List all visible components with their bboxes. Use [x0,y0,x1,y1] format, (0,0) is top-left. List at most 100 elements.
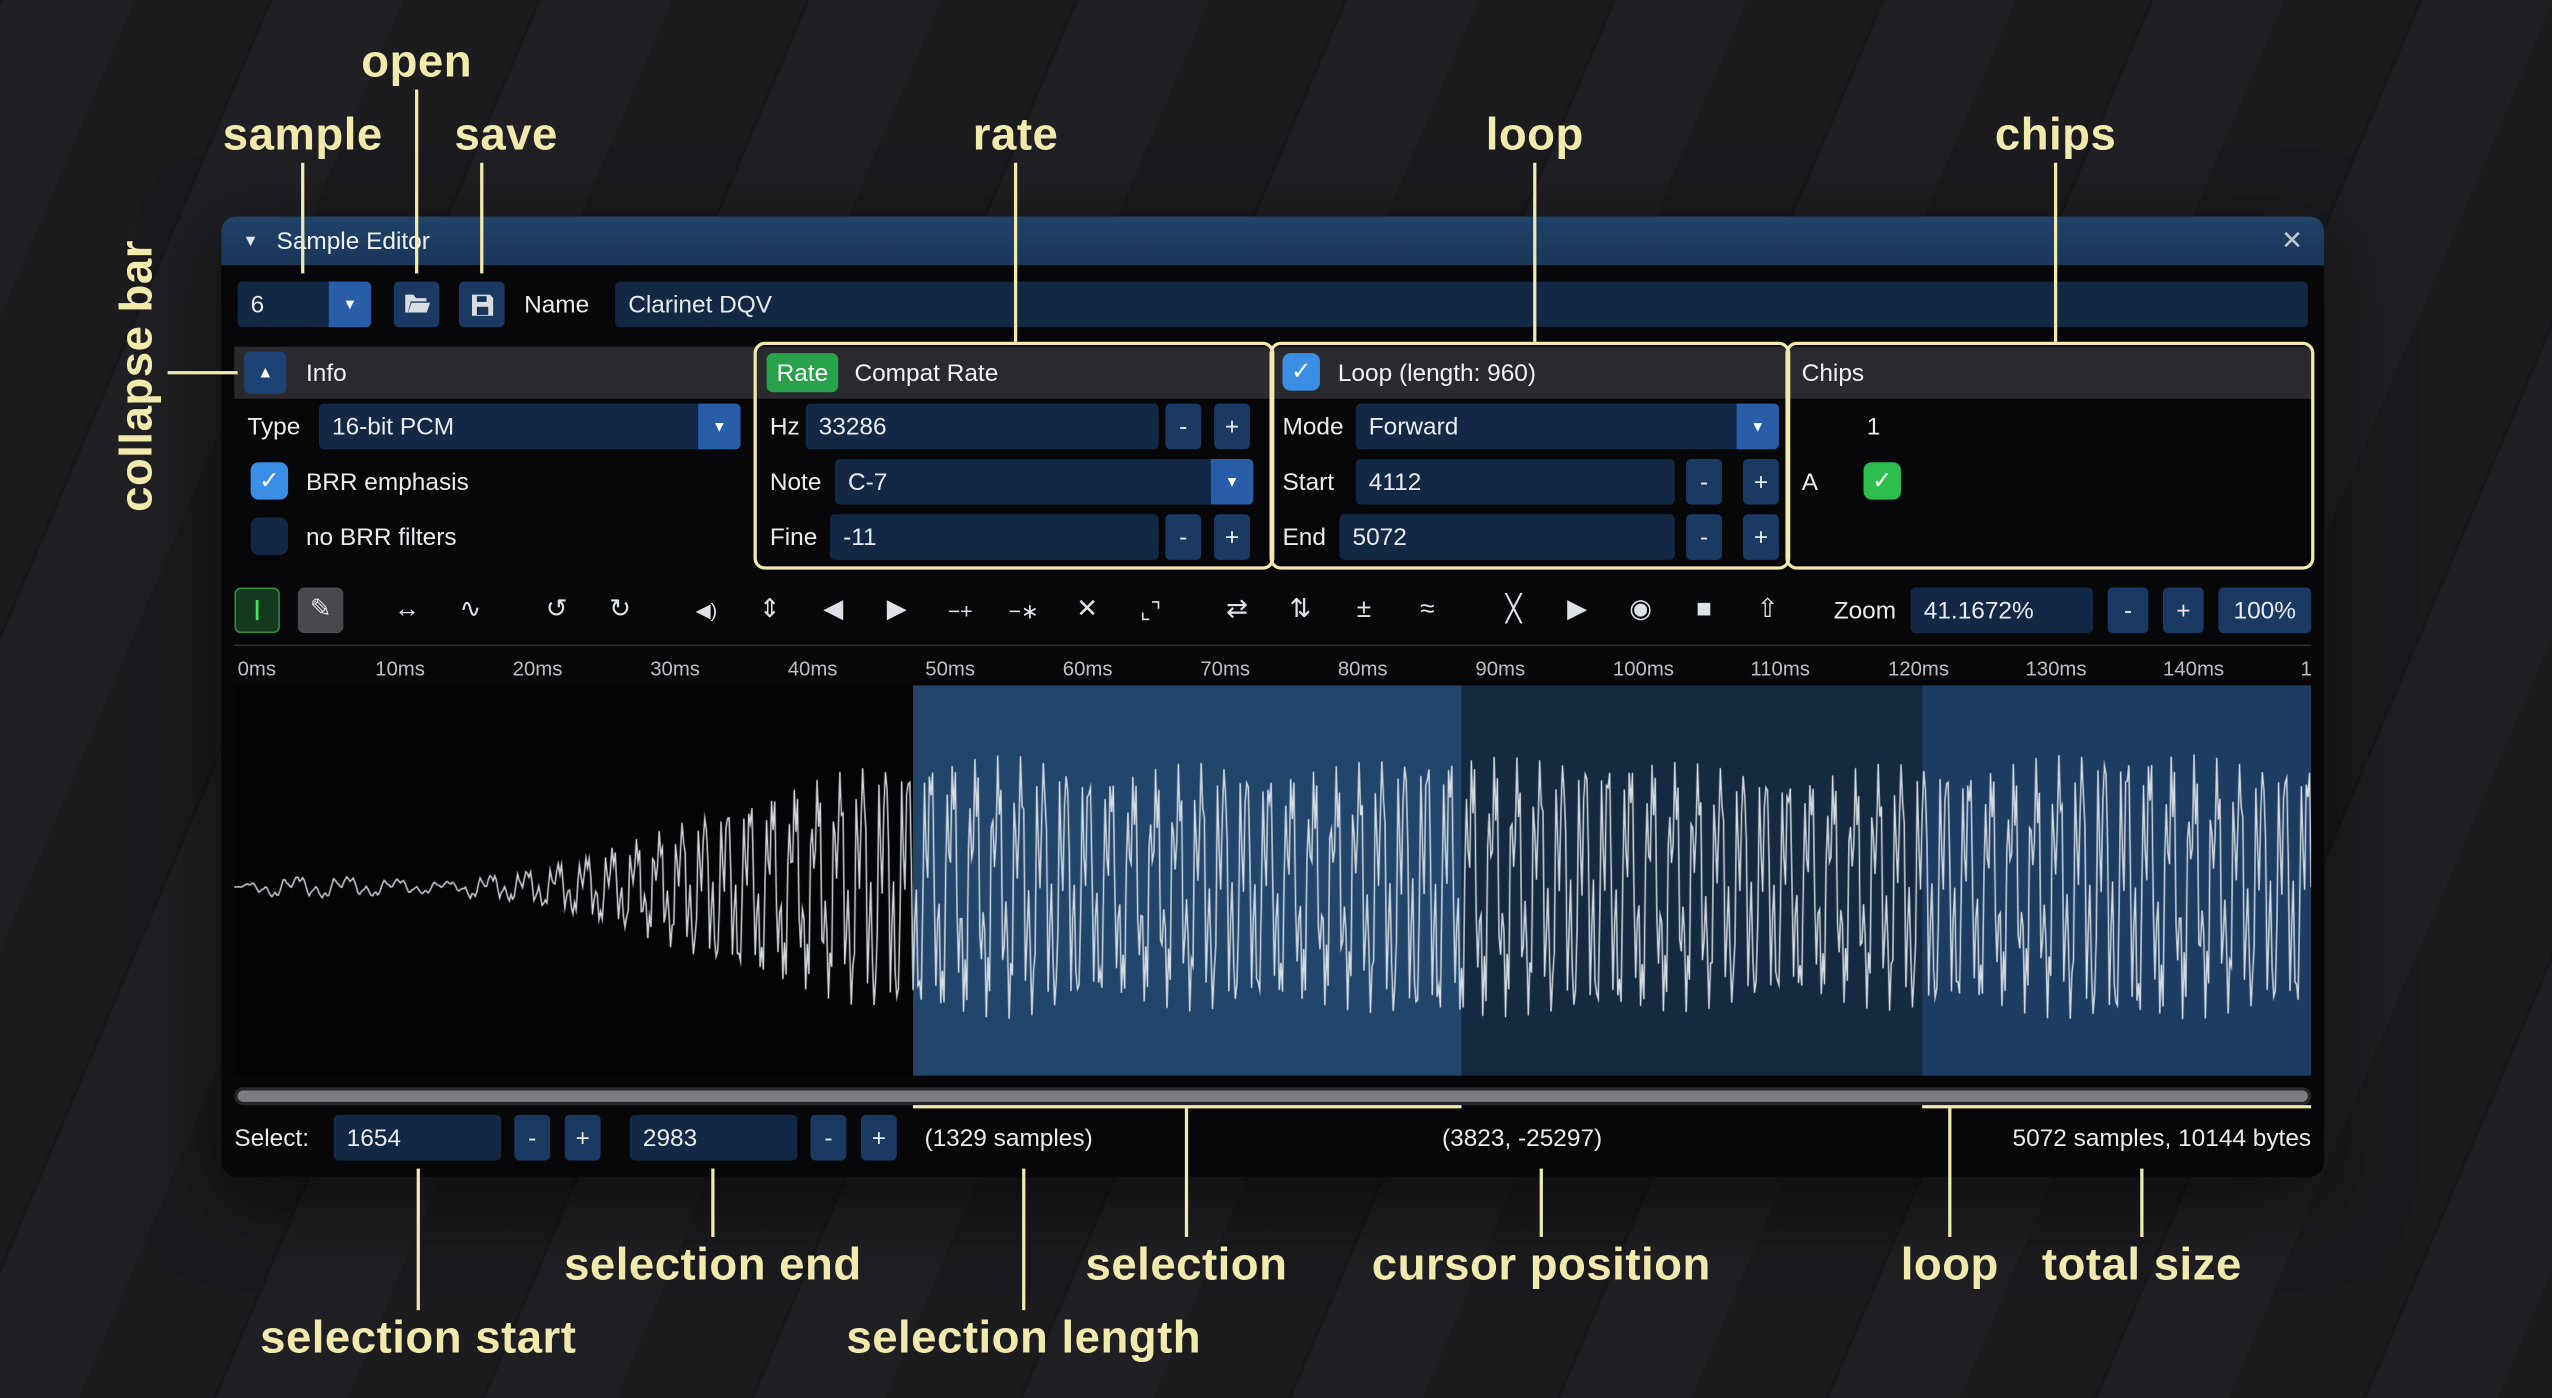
chevron-down-icon[interactable]: ▼ [329,282,371,328]
window-collapse-icon[interactable]: ▼ [243,232,259,250]
no-brr-filters-checkbox[interactable] [251,518,288,555]
toolbar-icon-group: Ⅰ ✎ ↔ ∿ ↺ ↻ ◀) ⇕ ◀ ▶ −+ −∗ ✕ ⌞⌝ ⇄ ⇅ ± ≈ ╳ ▶ ◉ ■ ⇧ [234,588,1790,634]
loop-end-input[interactable]: 5072 [1339,514,1674,560]
annotation-chips: chips [1995,109,2116,161]
loop-enable-checkbox[interactable]: ✓ [1283,353,1320,390]
loop-mode-combo[interactable]: Forward ▼ [1356,404,1779,450]
type-combo[interactable]: 16-bit PCM ▼ [319,404,741,450]
zoom-reset-button[interactable]: 100% [2218,588,2311,634]
timeline-label: 80ms [1338,658,1476,681]
crossfade-icon[interactable]: ╳ [1491,588,1537,634]
annotation-line-rate [1014,163,1017,342]
annotation-selection-end: selection end [564,1239,862,1291]
insert-silence-icon[interactable]: −+ [937,588,983,634]
play-icon[interactable]: ◉ [1618,588,1664,634]
preview-icon[interactable]: ▶ [1554,588,1600,634]
loop-start-input[interactable]: 4112 [1356,459,1675,505]
info-header-label: Info [306,347,347,399]
save-button[interactable] [459,282,505,328]
timeline-ruler: 0ms10ms20ms30ms40ms50ms60ms70ms80ms90ms1… [234,645,2311,684]
loop-end-label: End [1283,514,1326,560]
sample-number-combo[interactable]: 6 ▼ [238,282,371,328]
hz-minus-button[interactable]: - [1165,404,1201,450]
timeline-label: 90ms [1475,658,1613,681]
rate-section: Rate Compat Rate Hz 33286 - + Note C-7 ▼… [757,347,1271,567]
sign-icon[interactable]: ± [1341,588,1387,634]
chevron-down-icon[interactable]: ▼ [1737,404,1779,450]
resize-icon[interactable]: ↔ [384,588,430,634]
draw-icon[interactable]: ✎ [298,588,344,634]
annotation-line-sample [301,163,304,274]
info-header[interactable]: ▲ Info [234,347,755,399]
annotation-open: open [361,36,472,88]
reverse-icon[interactable]: ⇄ [1214,588,1260,634]
invert-icon[interactable]: ⇅ [1278,588,1324,634]
timeline-label: 60ms [1063,658,1201,681]
sample-editor-window: ▼ Sample Editor ✕ 6 ▼ Name Clarinet DQV … [221,216,2324,1176]
fade-out-icon[interactable]: ▶ [874,588,920,634]
fade-in-icon[interactable]: ◀ [811,588,857,634]
rate-badge[interactable]: Rate [767,353,839,392]
chip-a-checkbox[interactable]: ✓ [1864,462,1901,499]
timeline-label: 150ms [2301,658,2312,681]
timeline-label: 110ms [1750,658,1888,681]
zoom-group: Zoom 41.1672% - + 100% [1834,588,2311,634]
selection-start-input[interactable]: 1654 [334,1115,502,1161]
selection-end-plus-button[interactable]: + [861,1115,897,1161]
selection-end-input[interactable]: 2983 [630,1115,798,1161]
selection-start-minus-button[interactable]: - [514,1115,550,1161]
delete-icon[interactable]: ✕ [1064,588,1110,634]
loop-end-plus-button[interactable]: + [1743,514,1779,560]
waveform-canvas[interactable] [234,685,2311,1076]
annotation-line-save [480,163,483,274]
hz-plus-button[interactable]: + [1214,404,1250,450]
save-floppy-icon [470,292,494,316]
open-button[interactable] [394,282,440,328]
selection-end-minus-button[interactable]: - [811,1115,847,1161]
timeline-label: 20ms [513,658,651,681]
import-icon[interactable]: ⇧ [1745,588,1791,634]
timeline-label: 140ms [2163,658,2301,681]
timeline-label: 0ms [238,658,376,681]
name-label: Name [524,282,589,328]
undo-icon[interactable]: ↺ [534,588,580,634]
loop-start-minus-button[interactable]: - [1686,459,1722,505]
close-icon[interactable]: ✕ [2281,225,2303,258]
loop-start-label: Start [1283,459,1335,505]
fine-minus-button[interactable]: - [1165,514,1201,560]
edit-cursor-icon[interactable]: Ⅰ [234,588,280,634]
waveform-scrollbar[interactable] [234,1087,2311,1105]
brr-emphasis-checkbox[interactable]: ✓ [251,462,288,499]
note-combo[interactable]: C-7 ▼ [835,459,1253,505]
chevron-down-icon[interactable]: ▼ [1211,459,1253,505]
selection-start-plus-button[interactable]: + [565,1115,601,1161]
trim-icon[interactable]: ⌞⌝ [1128,588,1174,634]
loop-header-label: Loop (length: 960) [1338,347,1536,399]
chevron-down-icon[interactable]: ▼ [698,404,740,450]
annotation-loop: loop [1486,109,1584,161]
resample-icon[interactable]: ∿ [448,588,494,634]
zoom-input[interactable]: 41.1672% [1911,588,2093,634]
window-titlebar[interactable]: ▼ Sample Editor ✕ [221,216,2324,265]
normalize-icon[interactable]: ⇕ [747,588,793,634]
rate-header: Rate Compat Rate [757,347,1271,399]
filter-icon[interactable]: ≈ [1405,588,1451,634]
collapse-bar-button[interactable]: ▲ [244,352,286,394]
zoom-plus-button[interactable]: + [2163,588,2204,634]
zoom-minus-button[interactable]: - [2108,588,2149,634]
scrollbar-thumb[interactable] [238,1090,2308,1101]
waveform-area[interactable] [234,685,2311,1076]
annotation-line-selection-end [711,1169,714,1237]
fine-plus-button[interactable]: + [1214,514,1250,560]
apply-silence-icon[interactable]: −∗ [1001,588,1047,634]
amplify-icon[interactable]: ◀) [684,588,730,634]
chevron-up-icon: ▲ [257,364,273,382]
redo-icon[interactable]: ↻ [597,588,643,634]
hz-value: 33286 [819,413,887,441]
hz-input[interactable]: 33286 [806,404,1159,450]
stop-icon[interactable]: ■ [1681,588,1727,634]
fine-input[interactable]: -11 [830,514,1159,560]
loop-end-minus-button[interactable]: - [1686,514,1722,560]
name-value: Clarinet DQV [628,291,772,319]
loop-start-plus-button[interactable]: + [1743,459,1779,505]
